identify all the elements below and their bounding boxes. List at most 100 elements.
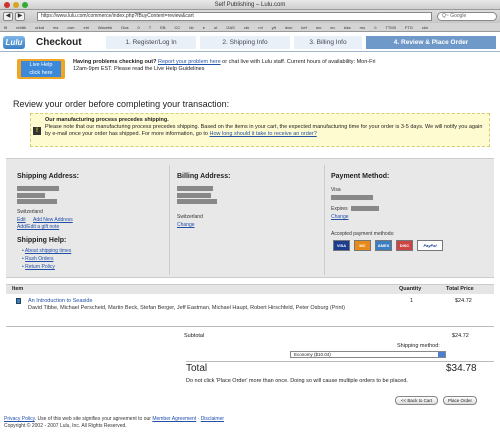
bookmark-item[interactable]: lcks [344,23,351,31]
bookmark-item[interactable]: 0 [138,23,140,31]
col-quantity: Quantity [399,286,422,292]
close-window-icon[interactable] [4,2,10,8]
bookmark-item[interactable]: flt [4,23,7,31]
window-controls[interactable] [4,2,28,8]
bookmark-item[interactable]: mo [360,23,366,31]
manufacturing-notice: ! Our manufacturing process precedes shi… [30,113,490,147]
step-shipping: 2. Shipping Info [200,36,290,49]
checkout-header: Lulu Checkout 1. Register/Log In 2. Ship… [0,33,500,52]
help-link-return-policy[interactable]: • Return Policy [22,264,55,270]
redacted-city [17,199,57,204]
privacy-policy-link[interactable]: Privacy Policy [4,416,35,422]
help-mid: or chat live with Lulu staff. Current ho… [222,59,376,65]
place-order-button[interactable]: Place Order [443,396,477,405]
paypal-icon: PayPal [417,240,443,251]
bookmark-item[interactable]: ut [214,23,217,31]
minimize-window-icon[interactable] [13,2,19,8]
forward-arrow-icon[interactable]: ▶ [15,12,25,21]
bookmark-item[interactable]: TTM3 [385,23,395,31]
help-lead: Having problems checking out? [73,59,157,65]
disclaimer-link[interactable]: Disclaimer [201,416,224,422]
report-problem-link[interactable]: Report your problem here [158,59,221,65]
change-payment-link[interactable]: Change [331,214,349,220]
column-divider [324,165,325,275]
redacted-billing-city [177,199,217,204]
redacted-expiry [351,206,379,211]
total-label: Total [186,363,208,374]
items-table-header: Item Quantity Total Price [6,284,494,294]
bookmark-item[interactable]: cbr [244,23,250,31]
live-help-title: Live Help [29,62,53,68]
bookmark-item[interactable]: ml [258,23,262,31]
window-title: Self Publishing – Lulu.com [214,2,286,8]
step-register: 1. Register/Log In [106,36,196,49]
item-price: $24.72 [455,298,472,304]
window-titlebar: Self Publishing – Lulu.com [0,0,500,10]
help-link-shipping-times[interactable]: • About shipping times [22,248,71,254]
step-review: 4. Review & Place Order [366,36,496,49]
bookmark-item[interactable]: GAS [226,23,234,31]
search-input[interactable]: Q~ Google [437,12,497,21]
divider [186,361,494,362]
shipping-title: Shipping Address: [17,173,79,180]
bookmark-item[interactable]: FTG [405,23,413,31]
bookmark-item[interactable]: CC [175,23,181,31]
bookmark-item[interactable]: e [203,23,205,31]
back-to-cart-button[interactable]: << Back to Cart [395,396,438,405]
bookmark-item[interactable]: dvm [285,23,293,31]
bookmark-item[interactable]: mo [316,23,322,31]
bookmark-item[interactable]: T [149,23,151,31]
delivery-time-link[interactable]: How long should it take to receive an or… [209,131,316,137]
bookmark-item[interactable]: orkut [35,23,44,31]
live-help-text: Having problems checking out? Report you… [73,59,493,73]
live-help-button[interactable]: Live Help click here [17,59,65,79]
live-help-banner: Live Help click here Having problems che… [14,58,494,82]
bookmark-item[interactable]: EB [160,23,165,31]
bookmark-item[interactable]: ytt [272,23,276,31]
shipping-method-select[interactable]: Economy ($10.04) [290,351,446,358]
redacted-street [17,193,45,198]
help-line2: 12am-9pm EST. Please read the Live Help … [73,66,205,72]
browser-toolbar: ◀ ▶ https://www.lulu.com/commerce/index.… [0,10,500,23]
item-quantity: 1 [410,298,414,304]
bookmark-item[interactable]: ckn [422,23,428,31]
help-link-rush-orders[interactable]: • Rush Orders [22,256,53,262]
bookmark-item[interactable]: Oca [121,23,128,31]
bookmark-item[interactable]: 0 [374,23,376,31]
bookmark-item[interactable]: xrfdth [16,23,26,31]
bookmark-item[interactable]: kef [301,23,306,31]
total-value: $34.78 [446,363,477,374]
shipping-method-label: Shipping method: [397,343,440,349]
bookmark-item[interactable]: eu [330,23,334,31]
redacted-name [17,186,59,191]
lulu-logo[interactable]: Lulu [3,36,25,49]
visa-card-icon: VISA [333,240,350,251]
back-arrow-icon[interactable]: ◀ [3,12,13,21]
edit-shipping-link[interactable]: Edit [17,217,26,223]
bookmark-item[interactable]: blr [189,23,193,31]
redacted-card-number [331,195,373,200]
chevron-down-icon[interactable] [438,352,445,357]
shipping-option-value: Economy ($10.04) [294,352,331,357]
amex-card-icon: AMEX [375,240,392,251]
notice-title: Our manufacturing process precedes shipp… [45,117,169,123]
payment-title: Payment Method: [331,173,390,180]
add-new-address-link[interactable]: Add New Address [33,217,73,223]
item-title-link[interactable]: An Introduction to Seaside [28,298,93,304]
zoom-window-icon[interactable] [22,2,28,8]
bookmark-item[interactable]: ehi [84,23,89,31]
address-bar[interactable]: https://www.lulu.com/commerce/index.php?… [37,12,432,21]
step-billing: 3. Billing Info [294,36,362,49]
gift-note-link[interactable]: Add/Edit a gift note [17,224,59,230]
subtotal-label: Subtotal [184,333,205,339]
divider [6,326,494,327]
change-billing-link[interactable]: Change [177,222,195,228]
redacted-billing-name [177,186,213,191]
bookmark-item[interactable]: cwn [67,23,74,31]
book-icon [16,298,21,304]
bookmark-item[interactable]: Wavehk [98,23,112,31]
bookmark-item[interactable]: ms [53,23,58,31]
member-agreement-link[interactable]: Member Agreement [152,416,196,422]
copyright: Copyright © 2002 - 2007 Lulu, Inc. All R… [4,423,127,429]
col-item: Item [12,286,24,292]
